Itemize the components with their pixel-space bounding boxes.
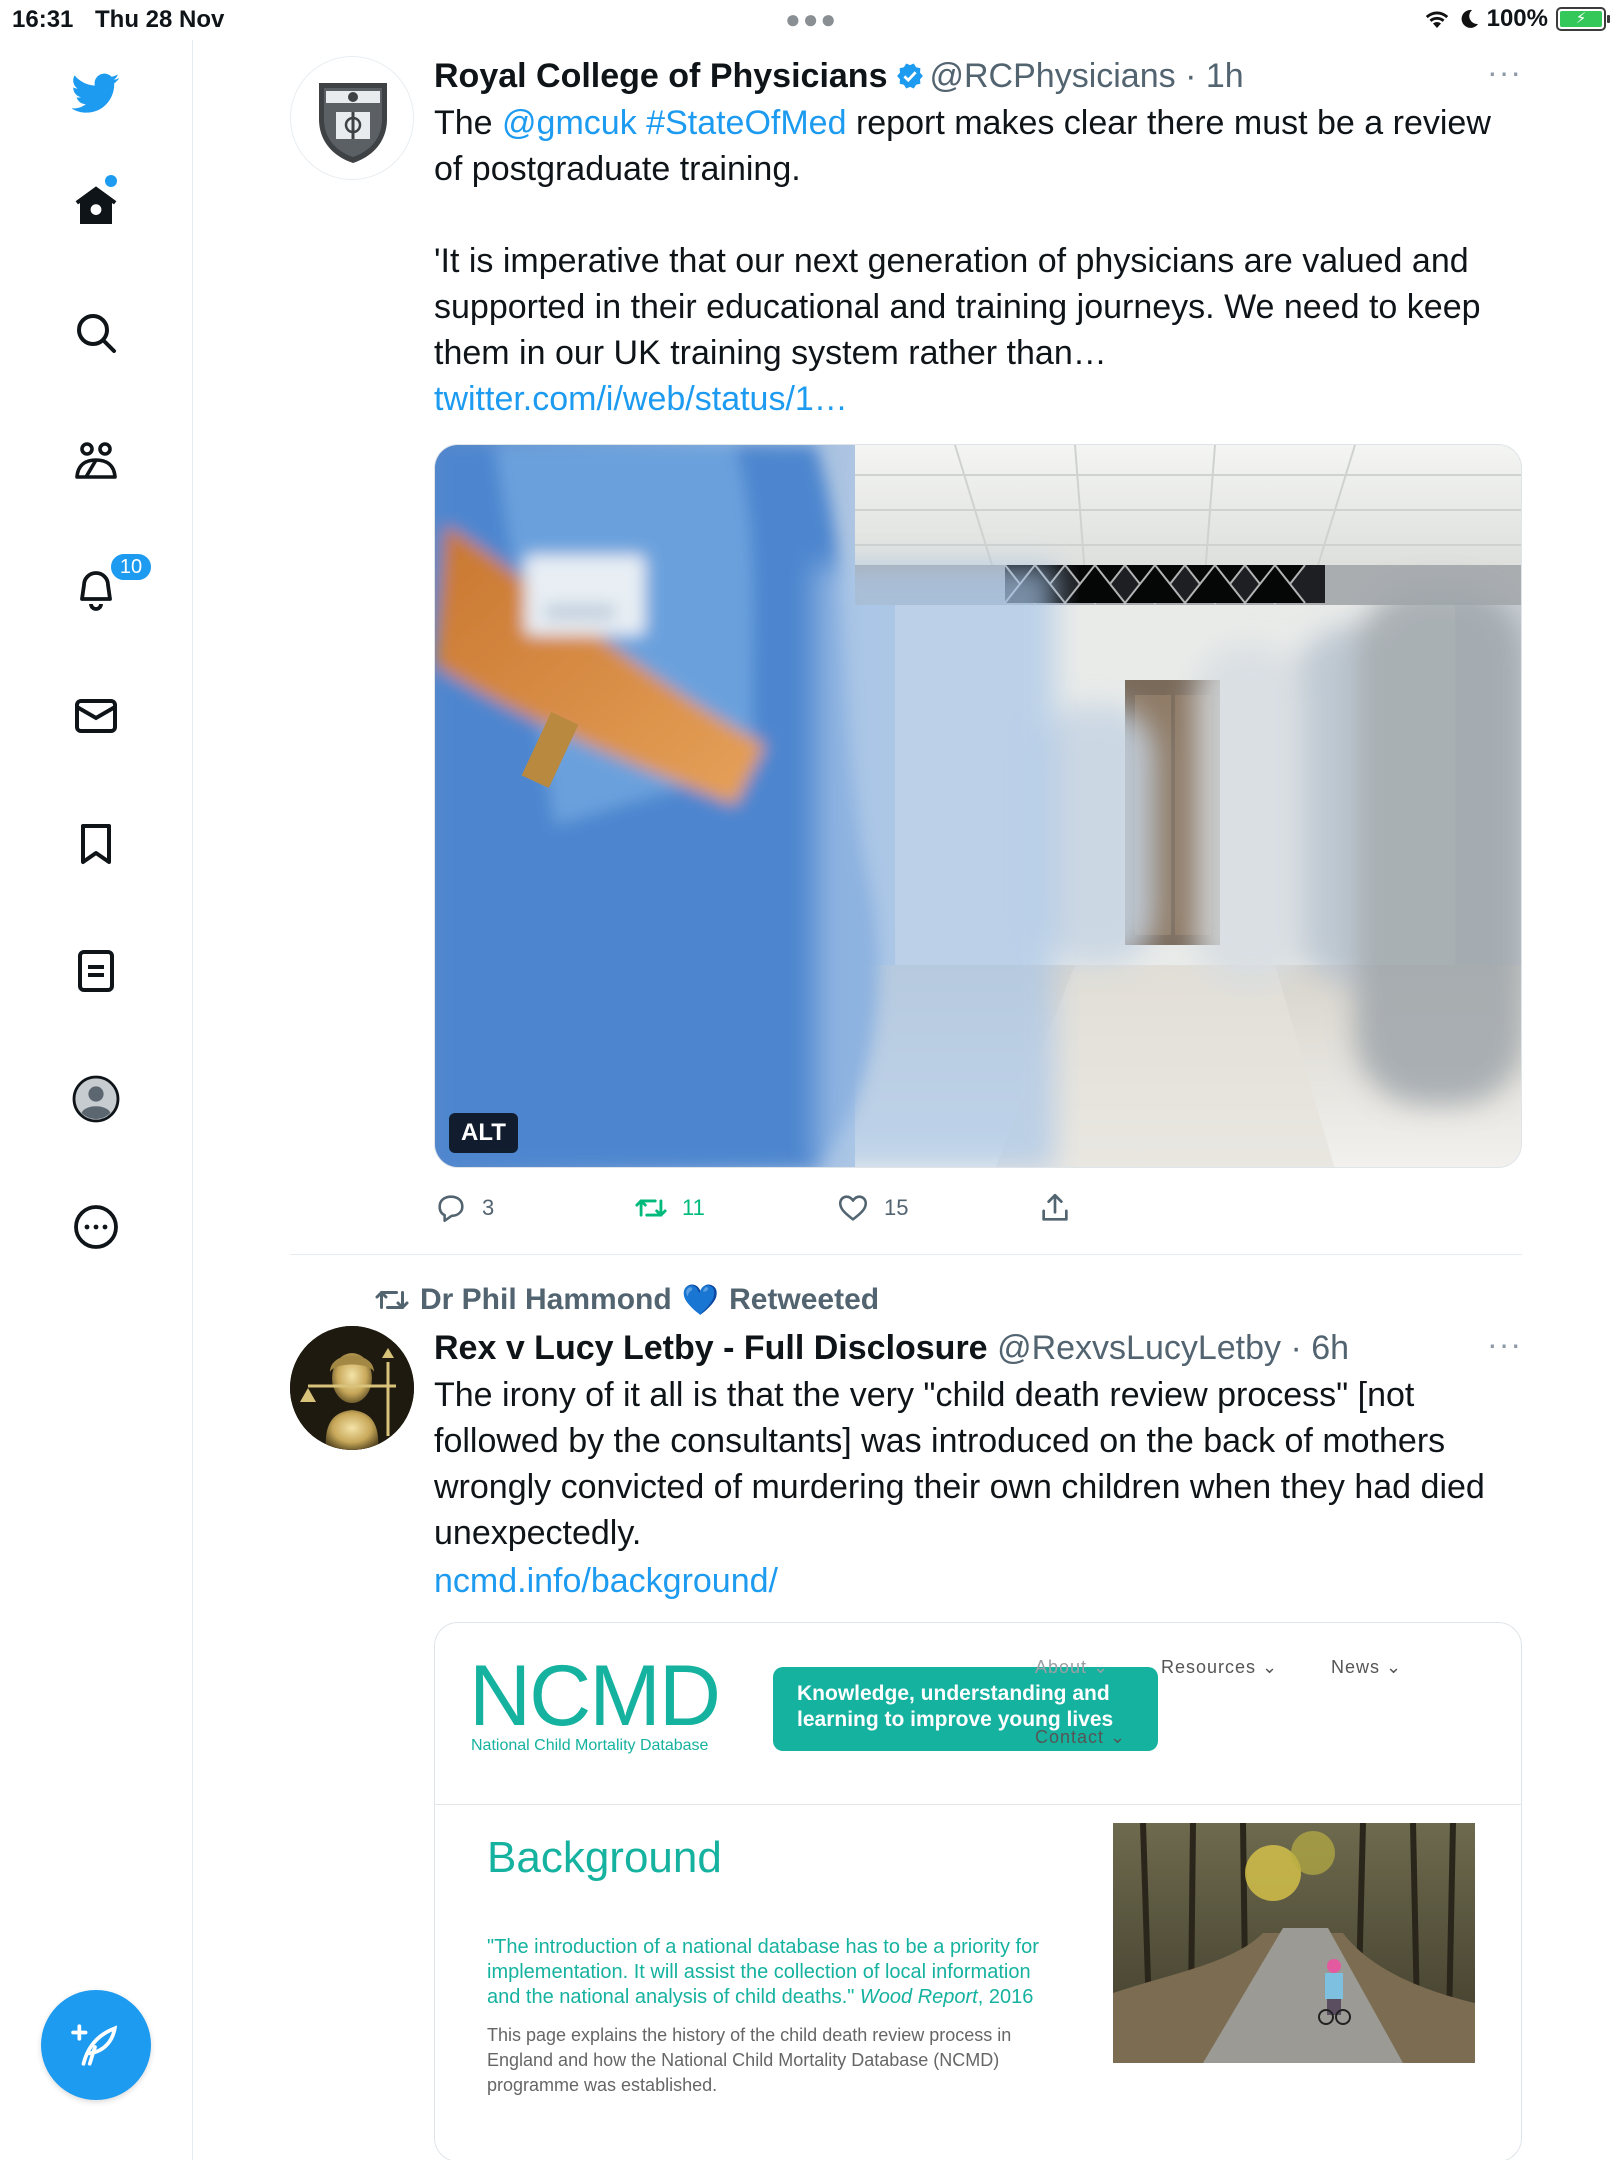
card-heading: Background <box>487 1833 722 1882</box>
tweet-more-icon[interactable]: ··· <box>1487 54 1522 91</box>
avatar[interactable] <box>290 1326 414 1450</box>
tweet-time[interactable]: 6h <box>1311 1329 1349 1367</box>
retweet-button[interactable]: 11 <box>634 1191 836 1225</box>
home-icon[interactable] <box>65 175 127 237</box>
avatar[interactable] <box>290 56 414 180</box>
more-circle-icon[interactable] <box>65 1196 127 1258</box>
verified-badge-icon <box>897 63 924 89</box>
status-time: 16:31 <box>12 6 74 33</box>
sidebar: 10 <box>0 40 193 2160</box>
communities-icon[interactable] <box>65 430 127 492</box>
compose-tweet-button[interactable] <box>41 1990 151 2100</box>
mention-link[interactable]: @gmcuk <box>502 104 637 142</box>
ncmd-logo: NCMD <box>469 1648 721 1744</box>
tweet-text: The @gmcuk #StateOfMed report makes clea… <box>434 104 1501 418</box>
status-right: 100% ⚡ <box>1423 5 1610 33</box>
tweet-media-image[interactable]: ALT <box>434 444 1522 1168</box>
reply-count: 3 <box>482 1195 495 1220</box>
author-handle[interactable]: @RCPhysicians <box>929 57 1175 95</box>
home-new-dot <box>105 175 117 187</box>
alt-text-badge[interactable]: ALT <box>449 1113 518 1153</box>
reply-icon <box>438 1195 464 1223</box>
author-name[interactable]: Rex v Lucy Letby - Full Disclosure <box>434 1329 988 1367</box>
ncmd-nav-news: News ⌄ <box>1331 1657 1403 1677</box>
retweeted-label: Retweeted <box>729 1283 880 1316</box>
tweet-time[interactable]: 1h <box>1206 57 1244 95</box>
link-preview-card[interactable]: NCMD National Child Mortality Database K… <box>434 1622 1522 2160</box>
author-name[interactable]: Royal College of Physicians <box>434 57 887 95</box>
ncmd-nav-contact: Contact ⌄ <box>1035 1727 1127 1747</box>
like-button[interactable]: 15 <box>836 1191 1038 1225</box>
card-quote: "The introduction of a national database… <box>487 1936 1039 2008</box>
tweet-header: Rex v Lucy Letby - Full Disclosure @Rexv… <box>434 1329 1350 1367</box>
ncmd-nav-about: About ⌄ <box>1035 1657 1110 1677</box>
tweet-actions: 3 11 15 <box>434 1186 1522 1230</box>
author-handle[interactable]: @RexvsLucyLetby <box>997 1329 1281 1367</box>
search-icon[interactable] <box>65 302 127 364</box>
lists-icon[interactable] <box>65 940 127 1002</box>
tweet-divider <box>290 1254 1522 1255</box>
tweet-status-link[interactable]: twitter.com/i/web/status/1… <box>434 380 848 418</box>
ncmd-nav-resources: Resources ⌄ <box>1161 1657 1279 1677</box>
tweet-link[interactable]: ncmd.info/background/ <box>434 1558 1522 1604</box>
battery-percent: 100% <box>1486 5 1548 32</box>
moon-icon <box>1461 9 1478 28</box>
tweet-header: Royal College of Physicians @RCPhysicians… <box>434 57 1244 95</box>
ncmd-logo-subtitle: National Child Mortality Database <box>471 1737 709 1754</box>
tweet[interactable]: Dr Phil Hammond 💙 Retweeted Rex v Lucy L… <box>290 1278 1522 2160</box>
card-photo <box>1113 1823 1475 2063</box>
reply-button[interactable]: 3 <box>434 1191 634 1225</box>
bell-icon[interactable]: 10 <box>65 552 153 620</box>
tweet-text: The irony of it all is that the very "ch… <box>434 1376 1495 1552</box>
status-bar: 16:31 Thu 28 Nov ●●● 100% ⚡ <box>0 0 1620 40</box>
compose-icon <box>71 2024 118 2066</box>
battery-icon: ⚡ <box>1556 7 1610 31</box>
wifi-icon <box>1425 11 1448 28</box>
tweet-more-icon[interactable]: ··· <box>1487 1326 1522 1363</box>
card-description: This page explains the history of the ch… <box>487 2025 1012 2095</box>
retweeter-emoji: 💙 <box>681 1283 720 1317</box>
tweet[interactable]: Royal College of Physicians @RCPhysicians… <box>290 54 1522 1230</box>
ncmd-site-header: NCMD National Child Mortality Database K… <box>435 1623 1521 1805</box>
retweet-count: 11 <box>682 1195 705 1220</box>
bookmark-icon[interactable] <box>65 813 127 875</box>
share-button[interactable] <box>1038 1191 1072 1225</box>
like-count: 15 <box>884 1195 909 1220</box>
status-date: Thu 28 Nov <box>95 6 225 33</box>
retweeted-by-line: Dr Phil Hammond 💙 Retweeted <box>374 1278 1522 1322</box>
hashtag-link[interactable]: #StateOfMed <box>646 104 846 142</box>
twitter-logo-icon[interactable] <box>65 62 127 124</box>
retweeter-name[interactable]: Dr Phil Hammond <box>420 1283 672 1317</box>
heart-icon <box>838 1195 868 1221</box>
profile-icon[interactable] <box>65 1068 127 1130</box>
mail-icon[interactable] <box>65 685 127 747</box>
retweet-icon <box>375 1291 409 1309</box>
retweet-icon <box>635 1199 667 1217</box>
share-icon <box>1042 1193 1068 1221</box>
multitasking-dots-icon[interactable]: ●●● <box>785 4 838 35</box>
notifications-badge: 10 <box>109 552 153 582</box>
